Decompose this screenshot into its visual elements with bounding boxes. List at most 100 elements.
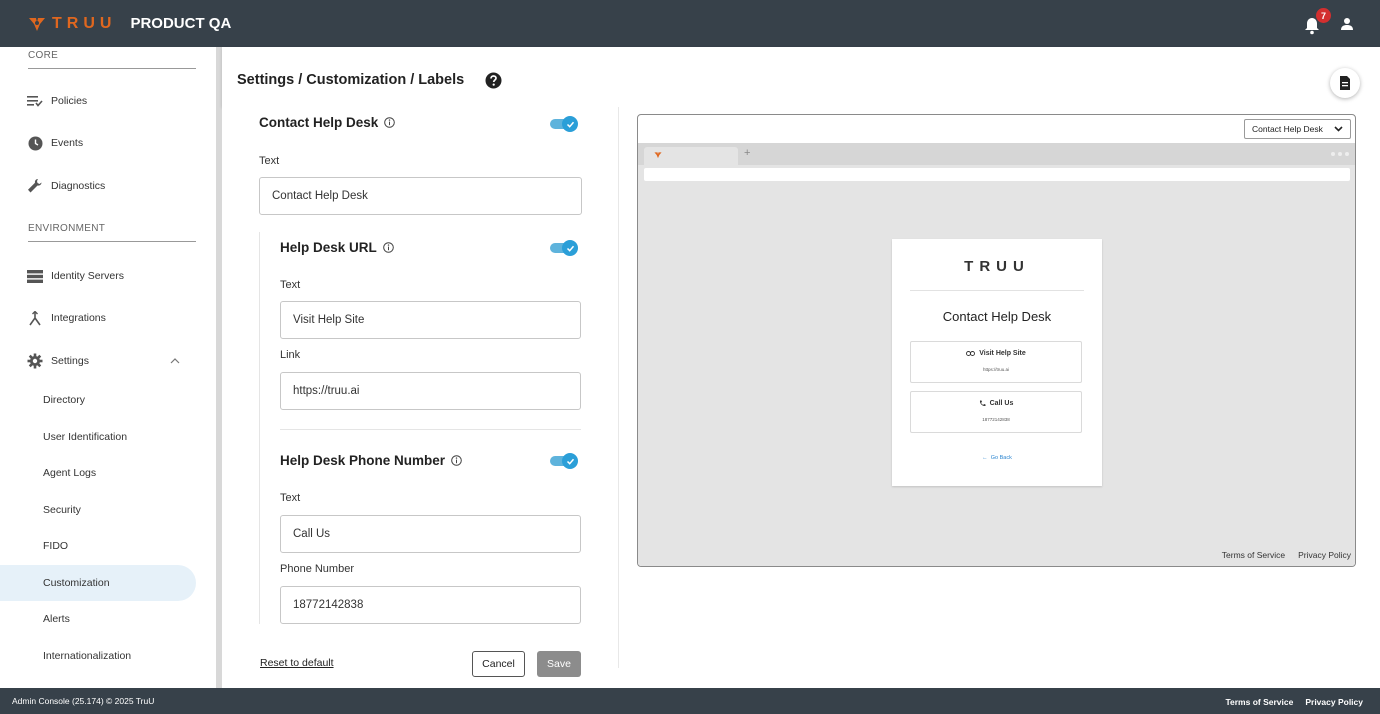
cancel-button[interactable]: Cancel <box>472 651 525 677</box>
sidebar-item-label: Diagnostics <box>51 180 106 192</box>
sidebar-item-customization[interactable]: Customization <box>0 565 196 601</box>
browser-tab-strip: + <box>638 143 1355 165</box>
nested-divider <box>259 232 260 624</box>
section-divider <box>280 429 581 430</box>
phone-number-label: Phone Number <box>280 563 354 575</box>
sidebar-item-alerts[interactable]: Alerts <box>0 601 196 637</box>
preview-option-call-us: Call Us 18772142838 <box>910 391 1082 433</box>
sidebar-item-fido[interactable]: FIDO <box>0 528 196 564</box>
browser-mockup: + TRUU Contact Help Desk Visit Help Site… <box>638 143 1355 566</box>
phone-section-title: Help Desk Phone Number <box>280 453 462 468</box>
sidebar-item-user-identification[interactable]: User Identification <box>0 419 196 455</box>
url-link-label: Link <box>280 349 301 361</box>
preview-go-back-link: ← Go Back <box>892 455 1102 461</box>
app-title: PRODUCT QA <box>130 15 232 32</box>
new-tab-icon: + <box>744 147 751 159</box>
server-list-icon <box>27 268 43 284</box>
gear-icon <box>27 353 43 369</box>
contact-text-input[interactable] <box>259 177 582 215</box>
sidebar-item-label: Alerts <box>43 613 70 625</box>
url-link-input[interactable] <box>280 372 581 410</box>
url-section-title: Help Desk URL <box>280 240 394 255</box>
page-footer: Admin Console (25.174) © 2025 TruU Terms… <box>0 688 1380 714</box>
truu-logo-icon <box>654 152 662 159</box>
chevron-down-icon <box>1334 124 1343 134</box>
check-icon <box>566 121 574 128</box>
user-icon <box>1341 17 1353 30</box>
preview-option-help-site: Visit Help Site https://truu.ai <box>910 341 1082 383</box>
preview-option2-title: Call Us <box>989 400 1014 407</box>
sidebar-item-diagnostics[interactable]: Diagnostics <box>0 168 196 204</box>
preview-card-logo: TRUU <box>964 258 1030 275</box>
help-icon[interactable] <box>485 72 502 94</box>
notifications-button[interactable]: 7 <box>1304 8 1331 36</box>
sidebar-item-label: Agent Logs <box>43 467 97 479</box>
sidebar-item-agent-logs[interactable]: Agent Logs <box>0 455 196 491</box>
chevron-up-icon <box>170 355 180 367</box>
contact-text-label: Text <box>259 155 280 167</box>
section-divider <box>28 241 196 242</box>
preview-option1-title: Visit Help Site <box>979 350 1026 357</box>
policies-icon <box>27 93 43 109</box>
reset-to-default-link[interactable]: Reset to default <box>260 657 334 669</box>
check-icon <box>566 245 574 252</box>
phone-number-input[interactable] <box>280 586 581 624</box>
preview-privacy-link: Privacy Policy <box>1298 550 1351 560</box>
phone-enabled-toggle[interactable] <box>550 453 578 469</box>
wrench-icon <box>27 178 43 194</box>
breadcrumb: Settings / Customization / Labels <box>237 72 465 88</box>
clock-icon <box>27 135 43 151</box>
column-divider <box>618 107 619 668</box>
contact-enabled-toggle[interactable] <box>550 116 578 132</box>
info-icon[interactable] <box>451 455 462 466</box>
preview-card-title: Contact Help Desk <box>942 309 1052 324</box>
sidebar-item-label: Integrations <box>51 312 106 324</box>
phone-title-text: Help Desk Phone Number <box>280 453 446 468</box>
sidebar-item-label: User Identification <box>43 431 128 443</box>
documentation-button[interactable] <box>1330 68 1360 98</box>
section-core-label: CORE <box>28 50 59 61</box>
preview-select-value: Contact Help Desk <box>1252 124 1323 134</box>
footer-privacy-link[interactable]: Privacy Policy <box>1305 697 1363 707</box>
info-icon[interactable] <box>382 242 394 253</box>
contact-title-text: Contact Help Desk <box>259 115 379 130</box>
sidebar-item-integrations[interactable]: Integrations <box>0 300 196 336</box>
document-icon <box>1340 76 1350 90</box>
browser-address-bar <box>644 168 1350 181</box>
preview-login-card: TRUU Contact Help Desk Visit Help Site h… <box>892 239 1102 486</box>
preview-go-back-text: Go Back <box>990 455 1012 461</box>
preview-screen-select[interactable]: Contact Help Desk <box>1244 119 1351 139</box>
content-area: Contact Help Desk Text Help Desk URL Tex… <box>222 107 1380 688</box>
preview-option2-sub: 18772142838 <box>982 417 1010 422</box>
sidebar-item-security[interactable]: Security <box>0 492 196 528</box>
sidebar-item-identity-servers[interactable]: Identity Servers <box>0 258 196 294</box>
sidebar-item-events[interactable]: Events <box>0 125 196 161</box>
sidebar-item-label: Customization <box>43 577 110 589</box>
phone-text-label: Text <box>280 492 301 504</box>
url-text-input[interactable] <box>280 301 581 339</box>
preview-panel: Contact Help Desk + TRUU Contact Help De… <box>637 114 1356 567</box>
browser-menu-dots-icon <box>1331 152 1349 156</box>
sidebar-item-directory[interactable]: Directory <box>0 382 196 418</box>
phone-text-input[interactable] <box>280 515 581 553</box>
sidebar-item-label: Security <box>43 504 81 516</box>
sidebar-item-label: Policies <box>51 95 88 107</box>
sidebar-item-label: Directory <box>43 394 86 406</box>
url-title-text: Help Desk URL <box>280 240 377 255</box>
sidebar: CORE Policies Events Diagnostics ENVIRON… <box>0 47 216 688</box>
contact-section-title: Contact Help Desk <box>259 115 396 130</box>
sidebar-item-internationalization[interactable]: Internationalization <box>0 638 196 674</box>
notification-badge: 7 <box>1316 8 1331 23</box>
url-enabled-toggle[interactable] <box>550 240 578 256</box>
footer-terms-link[interactable]: Terms of Service <box>1225 697 1293 707</box>
save-button[interactable]: Save <box>537 651 581 677</box>
truu-logo-icon <box>28 15 46 33</box>
preview-option1-sub: https://truu.ai <box>982 367 1009 372</box>
sidebar-item-settings[interactable]: Settings <box>0 343 196 379</box>
info-icon[interactable] <box>384 117 396 128</box>
sidebar-item-label: Settings <box>51 355 89 367</box>
sidebar-item-label: FIDO <box>43 540 69 552</box>
user-menu-button[interactable] <box>1340 17 1354 36</box>
sidebar-item-policies[interactable]: Policies <box>0 83 196 119</box>
top-bar: TRUU PRODUCT QA 7 <box>0 0 1380 47</box>
